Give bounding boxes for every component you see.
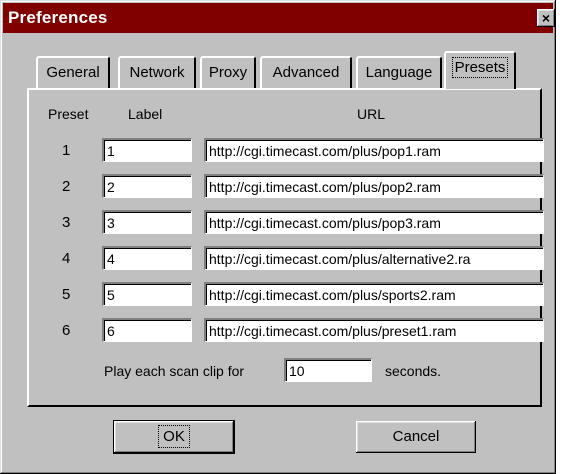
scan-seconds-field[interactable]: 10 [284, 358, 372, 382]
preset-number: 1 [62, 142, 71, 159]
preset-label-field[interactable]: 2 [102, 174, 192, 198]
preset-url-field[interactable]: http://cgi.timecast.com/plus/alternative… [204, 246, 544, 270]
preset-url-field[interactable]: http://cgi.timecast.com/plus/sports2.ram [204, 282, 544, 306]
label-column-header: Label [128, 106, 163, 122]
seconds-label: seconds. [385, 363, 442, 379]
preferences-dialog: Preferences × General Network Proxy Adva… [0, 0, 556, 474]
preset-number: 2 [62, 178, 71, 195]
preset-label-field[interactable]: 3 [102, 210, 192, 234]
preset-label-field[interactable]: 1 [102, 138, 192, 162]
preset-number: 6 [62, 322, 71, 339]
preset-number: 4 [62, 250, 71, 267]
preset-label-field[interactable]: 6 [102, 318, 192, 342]
preset-column-header: Preset [48, 106, 89, 122]
preset-number: 3 [62, 214, 71, 231]
preset-url-field[interactable]: http://cgi.timecast.com/plus/preset1.ram [204, 318, 544, 342]
preset-url-field[interactable]: http://cgi.timecast.com/plus/pop3.ram [204, 210, 544, 234]
presets-content: Preset Label URL 1 1 http://cgi.timecast… [0, 0, 556, 474]
preset-url-field[interactable]: http://cgi.timecast.com/plus/pop2.ram [204, 174, 544, 198]
preset-url-field[interactable]: http://cgi.timecast.com/plus/pop1.ram [204, 138, 544, 162]
preset-number: 5 [62, 286, 71, 303]
scan-clip-label: Play each scan clip for [104, 363, 245, 379]
url-column-header: URL [357, 106, 386, 122]
preset-label-field[interactable]: 4 [102, 246, 192, 270]
preset-label-field[interactable]: 5 [102, 282, 192, 306]
